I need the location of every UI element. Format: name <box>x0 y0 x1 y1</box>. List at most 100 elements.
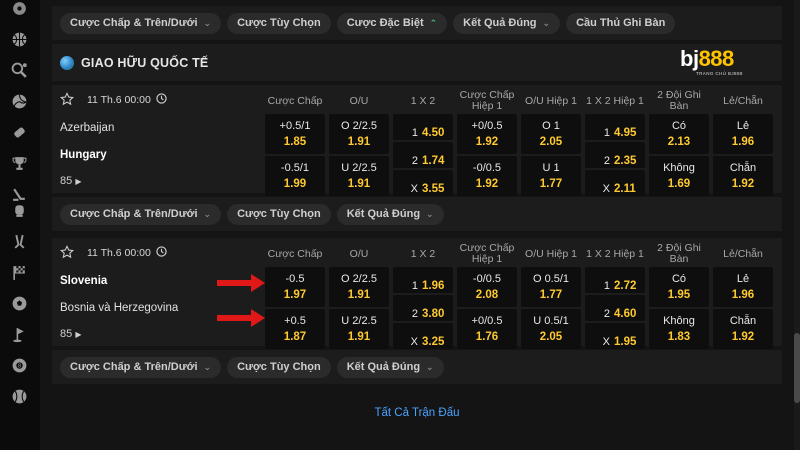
scrollbar-thumb[interactable] <box>794 333 800 403</box>
odds-label: +0/0.5 <box>471 315 503 327</box>
filter-pill-label: Kết Quả Đúng <box>463 17 537 29</box>
column-header: O/U Hiệp 1 <box>525 247 577 260</box>
odds-value: 1.74 <box>422 155 445 167</box>
odds-cell[interactable]: +0.5 1.87 <box>265 309 325 349</box>
filter-pill[interactable]: Cược Chấp & Trên/Dưới ⌄ <box>60 356 222 378</box>
live-stream-icon[interactable] <box>156 93 167 104</box>
odds-cell[interactable]: U 2/2.5 1.91 <box>329 156 389 196</box>
boxing-icon[interactable] <box>11 202 28 219</box>
odds-value: 3.55 <box>422 183 445 195</box>
odds-cell[interactable]: +0/0.5 1.76 <box>457 309 517 349</box>
odds-cell[interactable]: Không 1.83 <box>649 309 709 349</box>
live-stream-icon[interactable] <box>156 246 167 257</box>
volleyball-icon[interactable] <box>11 93 28 110</box>
odds-value: 1.96 <box>422 280 445 292</box>
odds-value: 4.50 <box>422 127 445 139</box>
all-matches-link[interactable]: Tất Cả Trận Đấu <box>52 407 782 419</box>
filter-pill[interactable]: Kết Quả Đúng ⌄ <box>453 12 561 34</box>
odds-cell[interactable]: Có 1.95 <box>649 267 709 307</box>
more-markets-link[interactable]: 85 ▶ <box>60 328 81 340</box>
odds-cell[interactable]: +0/0.5 1.92 <box>457 114 517 154</box>
home-team[interactable]: Azerbaijan <box>60 122 114 134</box>
odds-cell[interactable]: 1 4.95 <box>585 114 645 140</box>
odds-value: 3.80 <box>422 308 445 320</box>
golf-icon[interactable] <box>11 326 28 343</box>
odds-cell[interactable]: X 3.25 <box>393 323 453 349</box>
odds-value: 2.13 <box>667 136 691 148</box>
odds-cell[interactable]: X 1.95 <box>585 323 645 349</box>
odds-cell[interactable]: 2 2.35 <box>585 142 645 168</box>
odds-label: 1 <box>603 280 610 292</box>
hockey-stick-icon[interactable] <box>11 233 28 250</box>
filter-pill-label: Kết Quả Đúng <box>346 208 421 220</box>
odds-cell[interactable]: 1 4.50 <box>393 114 453 140</box>
filter-pill[interactable]: Cược Chấp & Trên/Dưới ⌄ <box>60 203 222 225</box>
favorite-star-icon[interactable] <box>60 92 74 106</box>
odds-cell[interactable]: 1 1.96 <box>393 267 453 293</box>
odds-cell[interactable]: Lẻ 1.96 <box>713 114 773 154</box>
favorite-star-icon[interactable] <box>60 245 74 259</box>
odds-cell[interactable]: O 2/2.5 1.91 <box>329 114 389 154</box>
more-markets-link[interactable]: 85 ▶ <box>60 175 81 187</box>
odds-cell[interactable]: +0.5/1 1.85 <box>265 114 325 154</box>
odds-value: 2.08 <box>475 289 499 301</box>
odds-value: 2.35 <box>614 155 637 167</box>
chevron-down-icon: ⌄ <box>426 208 434 219</box>
odds-cell[interactable]: U 2/2.5 1.91 <box>329 309 389 349</box>
odds-label: U 1 <box>542 162 560 174</box>
chevron-down-icon: ⌄ <box>203 208 212 219</box>
ice-hockey-icon[interactable] <box>11 186 28 203</box>
odds-cell[interactable]: O 0.5/1 1.77 <box>521 267 581 307</box>
filter-pill[interactable]: Kết Quả Đúng ⌄ <box>336 356 444 378</box>
filter-pill[interactable]: Cược Tùy Chọn <box>227 356 331 378</box>
odds-value: 1.69 <box>667 178 691 190</box>
odds-cell[interactable]: Lẻ 1.96 <box>713 267 773 307</box>
odds-cell[interactable]: 2 1.74 <box>393 142 453 168</box>
filter-pill[interactable]: Cược Chấp & Trên/Dưới ⌄ <box>60 12 222 34</box>
scrollbar-track[interactable] <box>794 0 800 450</box>
filter-pill[interactable]: Cầu Thủ Ghi Bàn <box>566 12 676 34</box>
odds-cell[interactable]: Chẵn 1.92 <box>713 309 773 349</box>
baseball-icon[interactable] <box>11 388 28 405</box>
filter-pill[interactable]: Cược Đặc Biệt ⌃ <box>336 12 448 34</box>
filter-pill[interactable]: Cược Tùy Chọn <box>227 12 331 34</box>
chevron-down-icon: ⌄ <box>203 361 212 372</box>
odds-cell[interactable]: Chẵn 1.92 <box>713 156 773 196</box>
odds-label: 1 <box>411 280 418 292</box>
tennis-icon[interactable] <box>11 62 28 79</box>
odds-label: 2 <box>411 155 418 167</box>
badminton-icon[interactable] <box>11 124 28 141</box>
odds-cell[interactable]: X 2.11 <box>585 170 645 196</box>
odds-cell[interactable]: X 3.55 <box>393 170 453 196</box>
odds-cell[interactable]: U 0.5/1 2.05 <box>521 309 581 349</box>
odds-cell[interactable]: 1 2.72 <box>585 267 645 293</box>
trophy-icon[interactable] <box>11 155 28 172</box>
odds-cell[interactable]: -0.5 1.97 <box>265 267 325 307</box>
home-team[interactable]: Slovenia <box>60 275 107 287</box>
soccer-icon[interactable] <box>11 295 28 312</box>
away-team[interactable]: Bosnia và Herzegovina <box>60 302 178 314</box>
filter-pill[interactable]: Kết Quả Đúng ⌄ <box>336 203 444 225</box>
odds-label: +0.5/1 <box>279 120 311 132</box>
odds-value: 1.92 <box>731 331 755 343</box>
racing-flag-icon[interactable] <box>11 264 28 281</box>
odds-cell[interactable]: -0.5/1 1.99 <box>265 156 325 196</box>
away-team[interactable]: Hungary <box>60 149 107 161</box>
odds-cell[interactable]: Không 1.69 <box>649 156 709 196</box>
odds-cell[interactable]: O 2/2.5 1.91 <box>329 267 389 307</box>
filter-pill[interactable]: Cược Tùy Chọn <box>227 203 331 225</box>
odds-cell[interactable]: -0/0.5 1.92 <box>457 156 517 196</box>
odds-cell[interactable]: O 1 2.05 <box>521 114 581 154</box>
odds-cell[interactable]: -0/0.5 2.08 <box>457 267 517 307</box>
odds-cell[interactable]: Có 2.13 <box>649 114 709 154</box>
basketball-icon[interactable] <box>11 31 28 48</box>
odds-cell[interactable]: U 1 1.77 <box>521 156 581 196</box>
odds-value: 1.96 <box>731 136 755 148</box>
odds-cell[interactable]: 2 3.80 <box>393 295 453 321</box>
snooker-icon[interactable]: 8 <box>11 357 28 374</box>
globe-icon <box>60 55 74 70</box>
odds-value: 4.60 <box>614 308 637 320</box>
odds-cell[interactable]: 2 4.60 <box>585 295 645 321</box>
ball-icon[interactable] <box>11 0 28 17</box>
odds-label: Không <box>663 162 695 174</box>
